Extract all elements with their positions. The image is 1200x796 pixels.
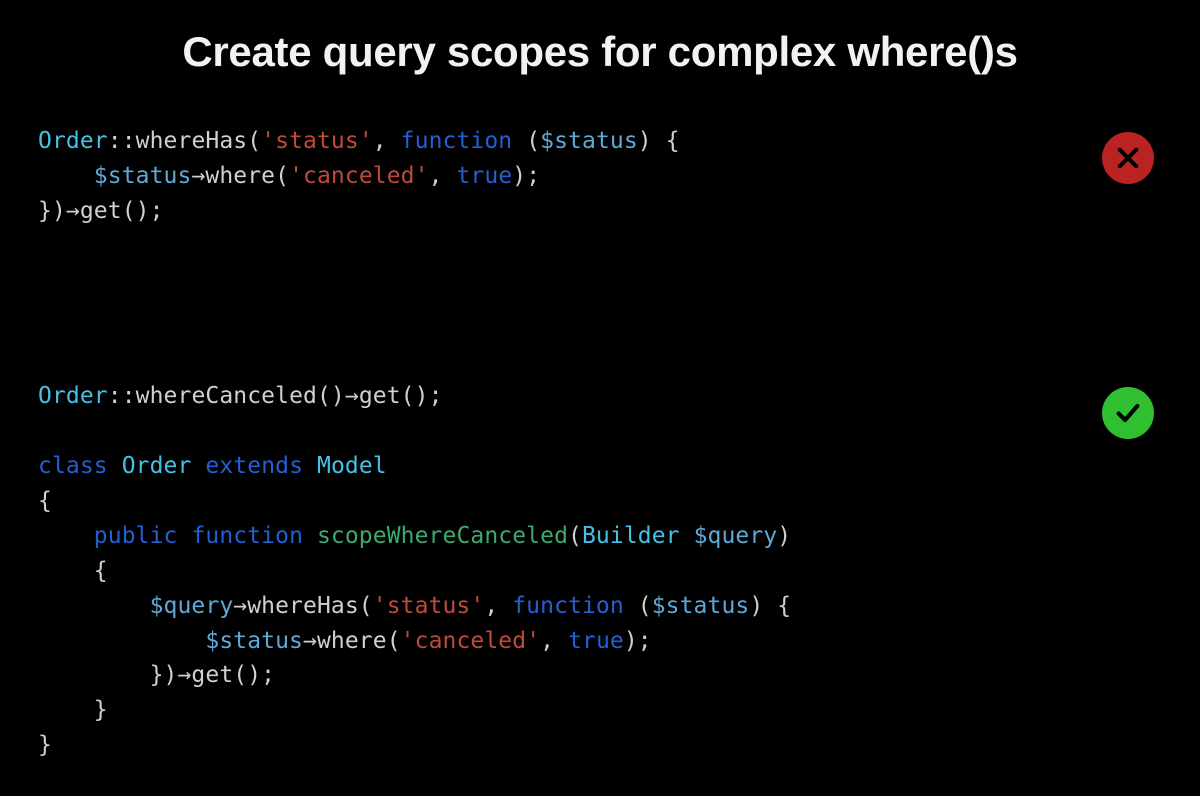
- code-token: (: [624, 593, 652, 619]
- code-token: function: [512, 593, 624, 619]
- code-token: ): [777, 523, 791, 549]
- code-token: whereHas: [247, 593, 359, 619]
- code-token: (: [359, 593, 373, 619]
- code-token: function: [401, 128, 513, 154]
- code-token: ) {: [638, 128, 680, 154]
- page-title: Create query scopes for complex where()s: [0, 0, 1200, 124]
- code-token: true: [456, 163, 512, 189]
- code-token: ,: [484, 593, 512, 619]
- code-token: );: [624, 628, 652, 654]
- code-token: 'status': [373, 593, 485, 619]
- code-token: }: [38, 697, 108, 723]
- code-token: →: [233, 593, 247, 619]
- code-token: [38, 593, 150, 619]
- code-token: 'status': [261, 128, 373, 154]
- code-token: Order: [38, 383, 108, 409]
- code-token: ()→: [317, 383, 359, 409]
- bad-code-block: Order::whereHas('status', function ($sta…: [38, 124, 1080, 229]
- code-token: Builder: [582, 523, 680, 549]
- code-token: {: [38, 488, 52, 514]
- code-token: [177, 523, 191, 549]
- code-token: where: [317, 628, 387, 654]
- code-token: →: [303, 628, 317, 654]
- code-token: [680, 523, 694, 549]
- code-token: })→: [38, 198, 80, 224]
- good-example-section: Order::whereCanceled()→get(); class Orde…: [0, 379, 1200, 763]
- code-token: [38, 628, 205, 654]
- code-token: [303, 523, 317, 549]
- code-token: (: [568, 523, 582, 549]
- code-token: );: [512, 163, 540, 189]
- code-token: (: [387, 628, 401, 654]
- code-token: ();: [122, 198, 164, 224]
- bad-example-section: Order::whereHas('status', function ($sta…: [0, 124, 1200, 229]
- code-token: →: [191, 163, 205, 189]
- check-icon: [1102, 387, 1154, 439]
- code-token: $status: [94, 163, 192, 189]
- code-token: true: [568, 628, 624, 654]
- code-token: scopeWhereCanceled: [317, 523, 568, 549]
- code-token: $status: [540, 128, 638, 154]
- code-token: ) {: [749, 593, 791, 619]
- code-token: [303, 453, 317, 479]
- code-token: 'canceled': [289, 163, 428, 189]
- code-token: }: [38, 732, 52, 758]
- code-token: whereCanceled: [136, 383, 317, 409]
- code-token: $query: [150, 593, 234, 619]
- code-token: [38, 523, 94, 549]
- code-token: ,: [429, 163, 457, 189]
- code-token: 'canceled': [401, 628, 540, 654]
- code-token: ();: [233, 662, 275, 688]
- good-code-block: Order::whereCanceled()→get(); class Orde…: [38, 379, 1080, 763]
- code-token: ,: [373, 128, 401, 154]
- code-token: Order: [38, 128, 108, 154]
- code-token: })→: [38, 662, 191, 688]
- code-token: $status: [205, 628, 303, 654]
- code-token: get: [80, 198, 122, 224]
- code-token: public: [94, 523, 178, 549]
- code-token: ::: [108, 128, 136, 154]
- code-token: (: [247, 128, 261, 154]
- code-token: [191, 453, 205, 479]
- code-token: (: [512, 128, 540, 154]
- code-token: $status: [652, 593, 750, 619]
- code-token: Model: [317, 453, 387, 479]
- code-token: function: [191, 523, 303, 549]
- code-token: Order: [122, 453, 192, 479]
- code-token: (: [275, 163, 289, 189]
- code-token: extends: [205, 453, 303, 479]
- code-token: whereHas: [136, 128, 248, 154]
- cross-icon: [1102, 132, 1154, 184]
- code-token: where: [205, 163, 275, 189]
- code-token: ::: [108, 383, 136, 409]
- code-token: {: [38, 558, 108, 584]
- code-token: $query: [694, 523, 778, 549]
- code-token: get: [191, 662, 233, 688]
- code-token: ,: [540, 628, 568, 654]
- code-token: class: [38, 453, 108, 479]
- code-token: [108, 453, 122, 479]
- code-token: [38, 163, 94, 189]
- code-token: get: [359, 383, 401, 409]
- code-token: [38, 418, 52, 444]
- code-token: ();: [401, 383, 443, 409]
